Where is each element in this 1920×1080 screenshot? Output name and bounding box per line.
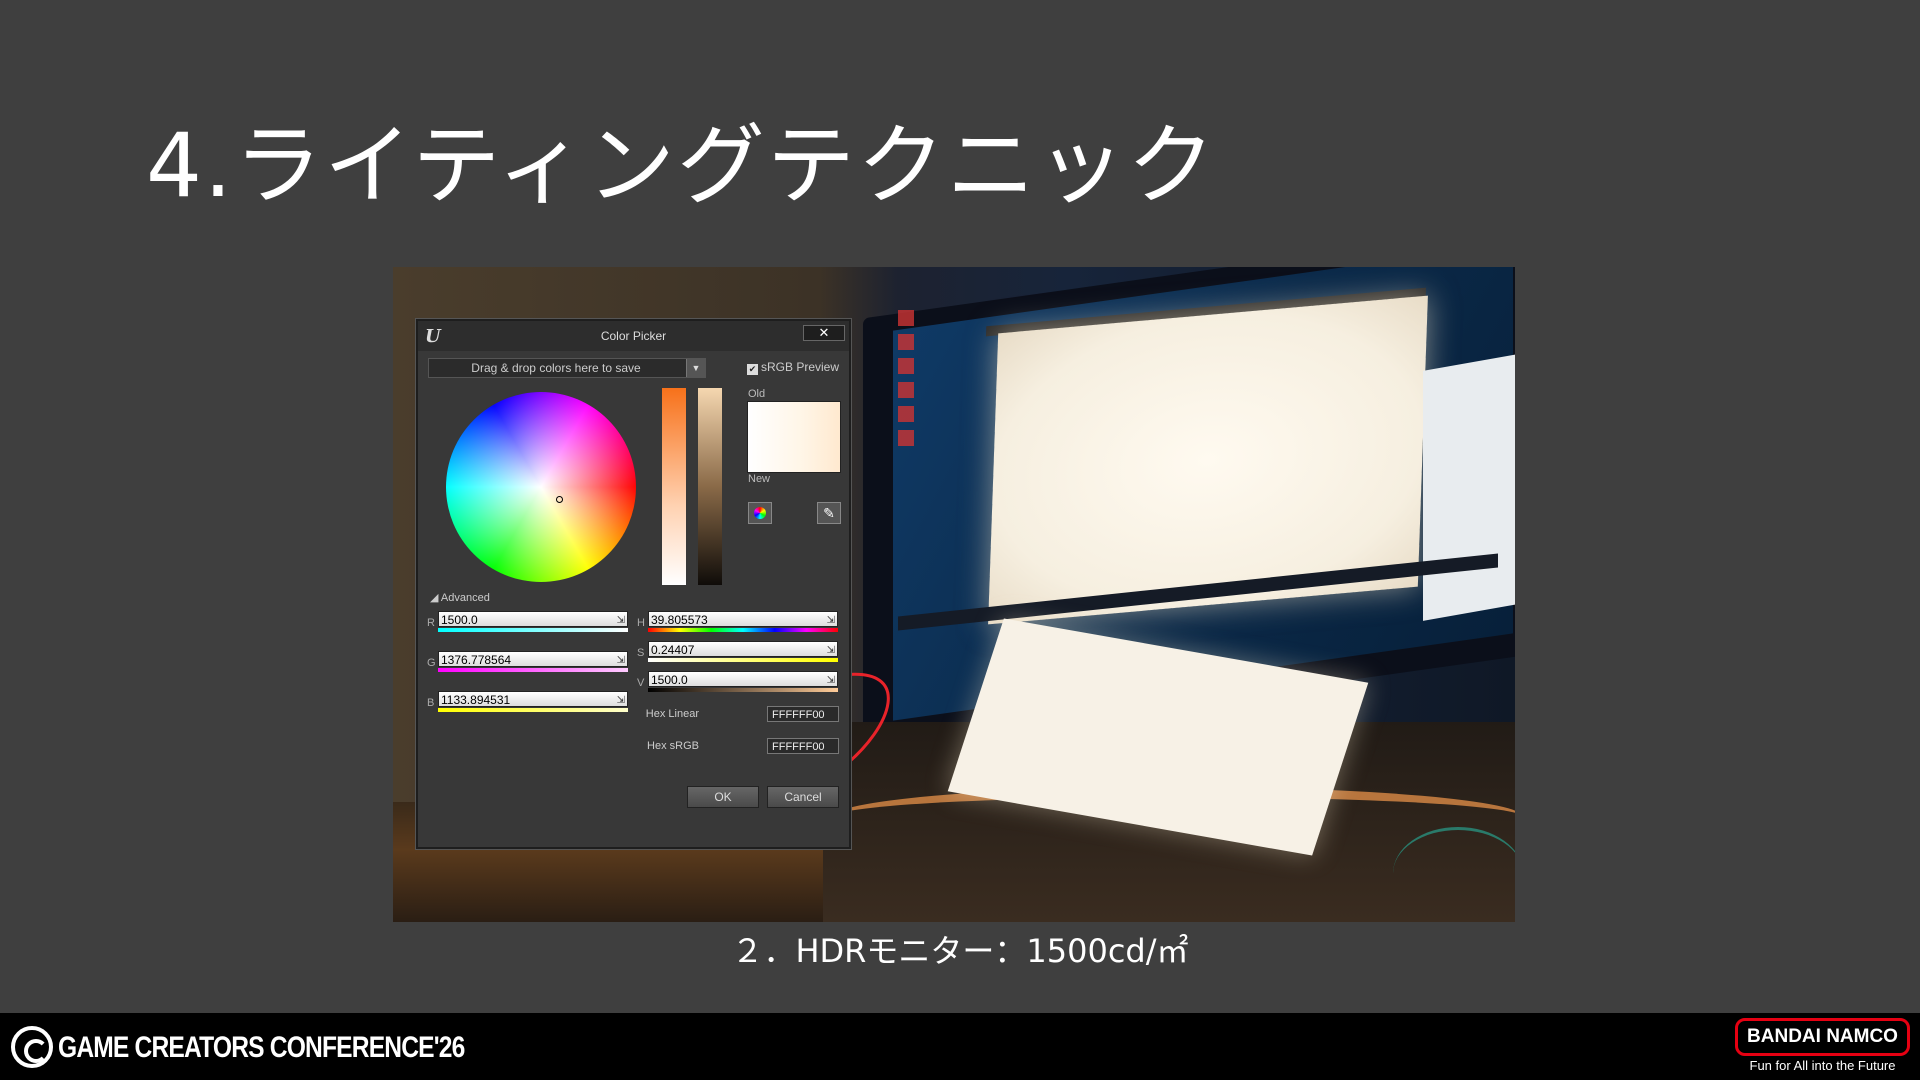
color-picker-dialog: U Color Picker ✕ Drag & drop colors here… [416,319,851,849]
v-value: 1500.0 [651,673,688,687]
r-input[interactable]: 1500.0 ⇲ [438,611,628,627]
v-label: V [637,677,645,689]
gcc-logo-icon [11,1026,53,1068]
spin-icon[interactable]: ⇲ [827,643,835,659]
color-wheel-icon [754,507,766,519]
bandai-namco-logo: BANDAI NAMCO [1735,1018,1910,1056]
g-label: G [427,657,436,669]
hex-srgb-label: Hex sRGB [647,740,699,752]
spin-icon[interactable]: ⇲ [617,613,625,629]
b-input[interactable]: 1133.894531 ⇲ [438,691,628,707]
spin-icon[interactable]: ⇲ [827,613,835,629]
ok-button[interactable]: OK [687,786,759,808]
slide-caption: ２．HDRモニター：1500cd/㎡ [731,932,1189,970]
color-preview-swatch [747,401,841,473]
r-gradient[interactable] [438,628,628,632]
new-color-label: New [748,473,771,485]
hex-linear-label: Hex Linear [645,708,699,720]
b-label: B [427,697,435,709]
h-field-row: H 39.805573 ⇲ [637,611,842,632]
srgb-preview-label: sRGB Preview [761,360,840,374]
hex-srgb-input[interactable]: FFFFFF00 [767,738,839,754]
eyedropper-icon: ✎ [823,505,835,521]
g-field-row: G 1376.778564 ⇲ [427,651,632,672]
slide-title: 4.ライティングテクニック [146,114,1217,217]
h-label: H [637,617,645,629]
h-input[interactable]: 39.805573 ⇲ [648,611,838,627]
checkbox-icon[interactable]: ✔ [747,364,758,375]
close-icon[interactable]: ✕ [803,325,845,341]
color-picker-title: Color Picker [600,329,667,343]
old-color-label: Old [748,388,766,400]
s-gradient[interactable] [648,658,838,662]
saturation-slider[interactable] [662,388,686,585]
r-label: R [427,617,435,629]
v-gradient[interactable] [648,688,838,692]
cancel-button[interactable]: Cancel [767,786,839,808]
h-gradient[interactable] [648,628,838,632]
eyedropper-button[interactable]: ✎ [817,502,841,524]
conference-name: GAME CREATORS CONFERENCE'26 [58,1031,465,1064]
b-value: 1133.894531 [441,693,511,707]
spin-icon[interactable]: ⇲ [827,673,835,689]
spin-icon[interactable]: ⇲ [617,693,625,709]
color-wheel[interactable] [446,392,636,582]
footer-bar: GAME CREATORS CONFERENCE'26 BANDAI NAMCO… [0,1013,1920,1080]
s-input[interactable]: 0.24407 ⇲ [648,641,838,657]
g-gradient[interactable] [438,668,628,672]
srgb-preview-toggle[interactable]: ✔ sRGB Preview [747,360,839,375]
color-wheel-cursor[interactable] [556,496,563,503]
s-field-row: S 0.24407 ⇲ [637,641,842,662]
hex-linear-input[interactable]: FFFFFF00 [767,706,839,722]
spin-icon[interactable]: ⇲ [617,653,625,669]
brand-tagline: Fun for All into the Future [1749,1058,1896,1073]
s-value: 0.24407 [651,643,695,657]
color-wheel-mode-button[interactable] [748,502,772,524]
r-value: 1500.0 [441,613,478,627]
r-field-row: R 1500.0 ⇲ [427,611,632,632]
save-colors-dropdown[interactable]: Drag & drop colors here to save ▼ [428,358,706,378]
s-label: S [637,647,645,659]
chevron-down-icon[interactable]: ▼ [686,359,705,377]
value-slider[interactable] [698,388,722,585]
save-colors-dropdown-label: Drag & drop colors here to save [471,361,641,375]
g-value: 1376.778564 [441,653,512,667]
g-input[interactable]: 1376.778564 ⇲ [438,651,628,667]
h-value: 39.805573 [651,613,708,627]
v-field-row: V 1500.0 ⇲ [637,671,842,692]
color-picker-titlebar[interactable]: U Color Picker ✕ [418,321,849,351]
advanced-label: Advanced [440,592,490,604]
advanced-section-toggle[interactable]: ◢ Advanced [430,591,490,604]
v-input[interactable]: 1500.0 ⇲ [648,671,838,687]
